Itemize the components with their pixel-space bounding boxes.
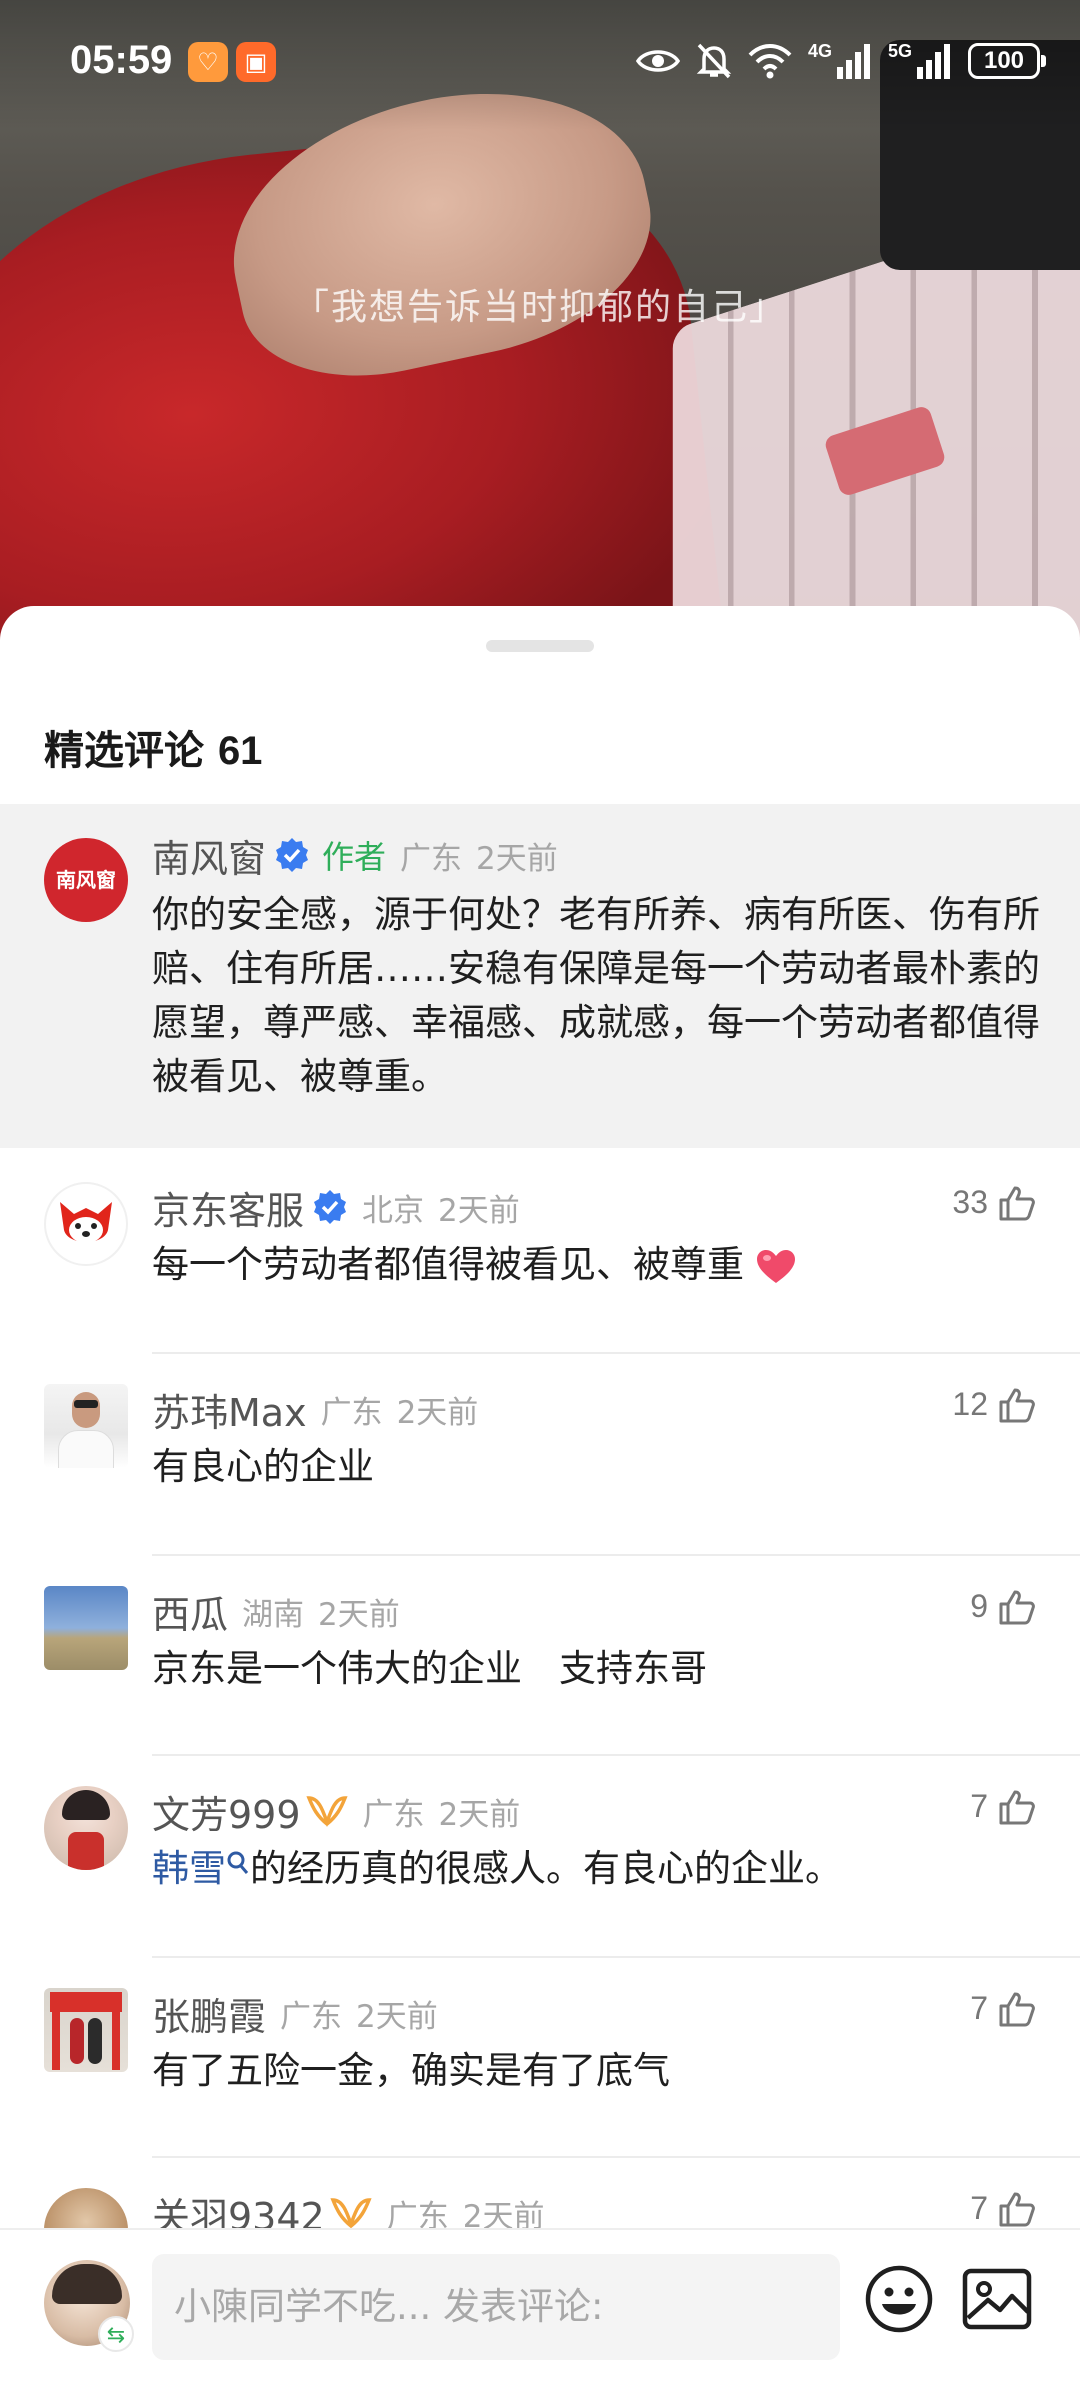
like-count: 12 bbox=[952, 1386, 988, 1422]
divider bbox=[152, 2156, 1080, 2158]
like-count: 7 bbox=[970, 1990, 988, 2026]
comment-text-content: 的经历真的很感人。有良心的企业。 bbox=[250, 1847, 842, 1890]
like-button[interactable]: 7 bbox=[970, 1990, 1036, 2027]
like-count: 9 bbox=[970, 1588, 988, 1624]
comment-time: 2天前 bbox=[438, 1192, 520, 1229]
comment-text: 有良心的企业 bbox=[152, 1445, 374, 1488]
network-type-label: 5G bbox=[887, 40, 912, 61]
comment-meta: 南风窗 作者 广东 2天前 bbox=[152, 828, 558, 883]
divider bbox=[152, 1352, 1080, 1354]
comment-location: 湖南 bbox=[242, 1596, 305, 1633]
mention-link[interactable]: 韩雪 bbox=[152, 1847, 226, 1890]
sheet-drag-handle[interactable] bbox=[486, 640, 594, 652]
commenter-name[interactable]: 文芳999 bbox=[152, 1784, 301, 1839]
comment-location: 北京 bbox=[362, 1192, 425, 1229]
comment-text: 京东是一个伟大的企业 支持东哥 bbox=[152, 1647, 707, 1690]
commenter-name[interactable]: 张鹏霞 bbox=[152, 1986, 266, 2041]
divider bbox=[152, 1956, 1080, 1958]
comment-text: 你的安全感，源于何处？老有所养、病有所医、伤有所赔、住有所居……安稳有保障是每一… bbox=[152, 893, 1040, 1098]
divider bbox=[152, 1554, 1080, 1556]
thumbs-up-icon bbox=[999, 1590, 1035, 1624]
comment-location: 广东 bbox=[280, 1998, 343, 2035]
comments-count: 61 bbox=[217, 729, 263, 773]
comment-meta: 苏玮Max 广东 2天前 bbox=[152, 1382, 479, 1437]
jd-dog-icon bbox=[60, 1202, 112, 1243]
author-tag: 作者 bbox=[322, 838, 387, 876]
commenter-name[interactable]: 南风窗 bbox=[152, 828, 266, 883]
comment-location: 广东 bbox=[362, 1796, 425, 1833]
vip-icon bbox=[305, 1796, 348, 1828]
verified-icon bbox=[314, 1190, 347, 1224]
battery-indicator: 100 bbox=[968, 43, 1046, 79]
commenter-name[interactable]: 苏玮Max bbox=[152, 1382, 307, 1437]
like-button[interactable]: 7 bbox=[970, 2190, 1036, 2227]
comments-title: 精选评论 61 bbox=[44, 718, 262, 776]
video-subtitle: 「我想告诉当时抑郁的自己」 bbox=[292, 287, 787, 328]
like-button[interactable]: 9 bbox=[970, 1588, 1036, 1625]
video-player[interactable]: 「我想告诉当时抑郁的自己」 bbox=[0, 0, 1080, 640]
comment-meta: 文芳999 广东 2天前 bbox=[152, 1784, 521, 1839]
avatar[interactable] bbox=[44, 1384, 128, 1468]
status-icons: 4G 5G 100 bbox=[635, 36, 1046, 86]
comment-location: 广东 bbox=[400, 840, 463, 877]
divider bbox=[152, 1754, 1080, 1756]
like-count: 7 bbox=[970, 1788, 988, 1824]
network-type-label: 4G bbox=[807, 40, 832, 61]
commenter-name[interactable]: 京东客服 bbox=[152, 1180, 304, 1235]
thumbs-up-icon bbox=[999, 1790, 1035, 1824]
like-button[interactable]: 12 bbox=[952, 1386, 1036, 1423]
status-time: 05:59 bbox=[70, 38, 173, 82]
thumbs-up-icon bbox=[999, 1186, 1035, 1220]
comment-meta: 西瓜 湖南 2天前 bbox=[152, 1584, 400, 1639]
like-count: 33 bbox=[952, 1184, 988, 1220]
comment-time: 2天前 bbox=[356, 1998, 438, 2035]
avatar-hair bbox=[52, 2264, 122, 2304]
avatar[interactable] bbox=[44, 1182, 128, 1266]
notification-app-icon: ♡ bbox=[188, 42, 228, 82]
comment-text: 韩雪 的经历真的很感人。有良心的企业。 bbox=[152, 1842, 1042, 1896]
comment-time: 2天前 bbox=[438, 1796, 521, 1833]
image-icon[interactable] bbox=[962, 2268, 1032, 2330]
avatar[interactable] bbox=[44, 1586, 128, 1670]
comment-input-bar: ⇆ 小陳同学不吃... 发表评论: bbox=[0, 2228, 1080, 2382]
comments-sheet: 精选评论 61 南风窗 南风窗 作者 广东 2天前 你的安全感，源于何处？老有所… bbox=[0, 606, 1080, 2382]
like-button[interactable]: 7 bbox=[970, 1788, 1036, 1825]
wifi-icon bbox=[748, 44, 792, 79]
comment-text: 有了五险一金，确实是有了底气 bbox=[152, 2049, 670, 2092]
status-bar: 05:59 ♡ ▣ 4G 5G 100 bbox=[0, 30, 1080, 94]
comment-text-content: 每一个劳动者都值得被看见、被尊重 bbox=[152, 1243, 744, 1286]
like-button[interactable]: 33 bbox=[952, 1184, 1036, 1221]
comment-input[interactable]: 小陳同学不吃... 发表评论: bbox=[152, 2254, 840, 2360]
avatar[interactable]: 南风窗 bbox=[44, 838, 128, 922]
pinned-author-comment[interactable]: 南风窗 南风窗 作者 广东 2天前 你的安全感，源于何处？老有所养、病有所医、伤… bbox=[0, 804, 1080, 1148]
signal-icon bbox=[836, 44, 870, 79]
verified-icon bbox=[276, 838, 309, 872]
vip-icon bbox=[330, 2198, 372, 2230]
comments-title-label: 精选评论 bbox=[44, 729, 204, 773]
comment-time: 2天前 bbox=[396, 1394, 479, 1431]
search-icon[interactable] bbox=[226, 1850, 250, 1876]
comment-meta: 京东客服 北京 2天前 bbox=[152, 1180, 520, 1235]
thumbs-up-icon bbox=[999, 2192, 1035, 2226]
comment-location: 广东 bbox=[320, 1394, 383, 1431]
thumbs-up-icon bbox=[999, 1992, 1035, 2026]
comment-time: 2天前 bbox=[476, 840, 558, 877]
mute-icon bbox=[696, 43, 732, 79]
signal-icon bbox=[917, 44, 950, 79]
thumbs-up-icon bbox=[999, 1388, 1035, 1422]
avatar-logo-text: 南风窗 bbox=[56, 868, 116, 892]
commenter-name[interactable]: 西瓜 bbox=[152, 1584, 228, 1639]
eye-icon bbox=[635, 50, 680, 72]
avatar[interactable] bbox=[44, 1988, 128, 2072]
comment-meta: 张鹏霞 广东 2天前 bbox=[152, 1986, 438, 2041]
like-count: 7 bbox=[970, 2190, 988, 2226]
notification-app-icon: ▣ bbox=[236, 42, 276, 82]
comment-time: 2天前 bbox=[318, 1596, 400, 1633]
emoji-icon[interactable] bbox=[864, 2264, 934, 2334]
switch-account-icon[interactable]: ⇆ bbox=[98, 2316, 134, 2352]
comment-text: 每一个劳动者都值得被看见、被尊重 bbox=[152, 1238, 1042, 1292]
avatar[interactable] bbox=[44, 1786, 128, 1870]
heart-emoji-icon bbox=[756, 1249, 795, 1283]
